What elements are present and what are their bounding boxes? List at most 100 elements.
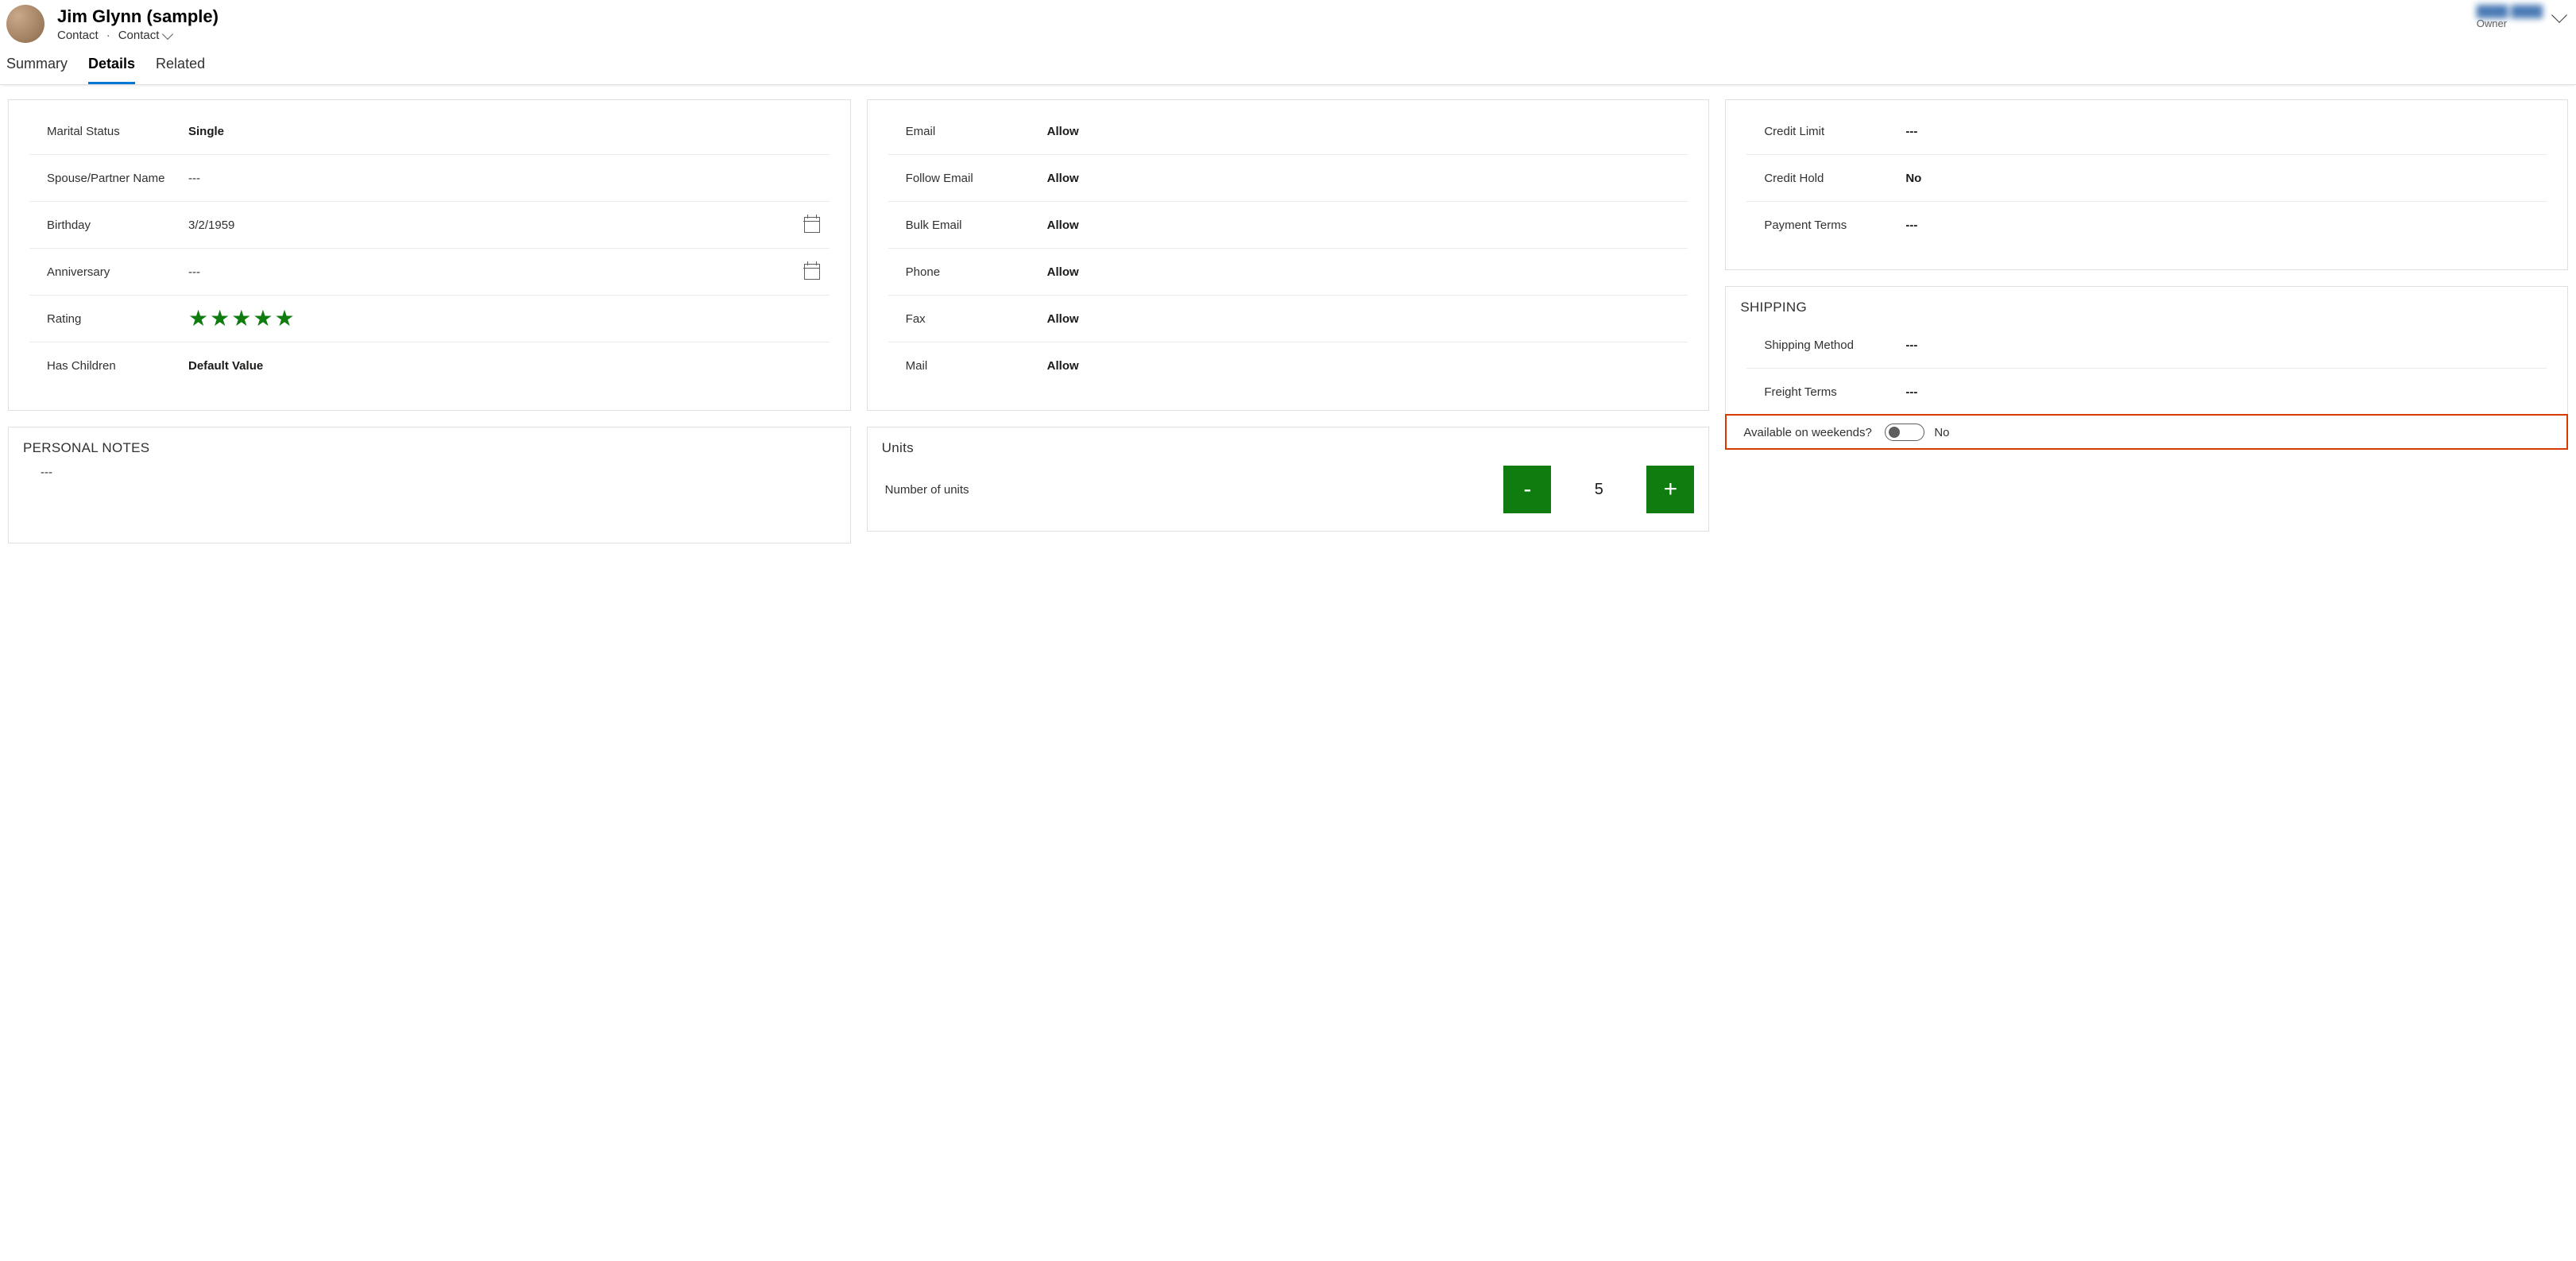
- increment-button[interactable]: +: [1646, 466, 1694, 513]
- shipping-method-row[interactable]: Shipping Method ---: [1746, 322, 2547, 369]
- anniversary-value: ---: [188, 265, 795, 279]
- bulk-email-label: Bulk Email: [888, 219, 1047, 232]
- credit-limit-label: Credit Limit: [1746, 125, 1905, 138]
- follow-email-label: Follow Email: [888, 172, 1047, 185]
- shipping-method-label: Shipping Method: [1746, 338, 1905, 352]
- spouse-row[interactable]: Spouse/Partner Name ---: [29, 155, 830, 202]
- available-weekends-label: Available on weekends?: [1726, 424, 1885, 441]
- col-left: Marital Status Single Spouse/Partner Nam…: [8, 99, 851, 543]
- units-value[interactable]: 5: [1551, 481, 1646, 499]
- personal-notes-panel: PERSONAL NOTES ---: [8, 427, 851, 543]
- decrement-button[interactable]: -: [1503, 466, 1551, 513]
- email-label: Email: [888, 125, 1047, 138]
- units-stepper: - 5 +: [1503, 466, 1694, 513]
- has-children-row[interactable]: Has Children Default Value: [29, 342, 830, 389]
- credit-limit-value: ---: [1905, 125, 2547, 138]
- phone-label: Phone: [888, 265, 1047, 279]
- page-title: Jim Glynn (sample): [57, 6, 219, 27]
- personal-panel: Marital Status Single Spouse/Partner Nam…: [8, 99, 851, 411]
- owner-name: ████ ████: [2477, 5, 2543, 17]
- tab-details[interactable]: Details: [88, 56, 135, 84]
- rating-stars[interactable]: ★ ★ ★ ★ ★: [188, 308, 830, 330]
- has-children-label: Has Children: [29, 359, 188, 373]
- units-row: Number of units - 5 +: [868, 462, 1709, 513]
- units-panel: Units Number of units - 5 +: [867, 427, 1710, 532]
- birthday-row[interactable]: Birthday 3/2/1959: [29, 202, 830, 249]
- fax-row[interactable]: Fax Allow: [888, 296, 1688, 342]
- marital-status-value: Single: [188, 125, 830, 138]
- fax-value: Allow: [1047, 312, 1688, 326]
- credit-hold-row[interactable]: Credit Hold No: [1746, 155, 2547, 202]
- owner-block[interactable]: ████ ████ Owner: [2477, 5, 2570, 29]
- chevron-down-icon: [162, 28, 173, 39]
- toggle-value-text: No: [1934, 426, 1949, 439]
- personal-notes-title: PERSONAL NOTES: [9, 427, 850, 462]
- toggle-switch[interactable]: [1885, 424, 1924, 441]
- anniversary-calendar-button[interactable]: [795, 264, 830, 280]
- avatar: [6, 5, 44, 43]
- subtitle-row: Contact · Contact: [57, 29, 219, 42]
- available-weekends-row[interactable]: Available on weekends? No: [1726, 415, 2567, 449]
- anniversary-row[interactable]: Anniversary ---: [29, 249, 830, 296]
- birthday-calendar-button[interactable]: [795, 217, 830, 233]
- birthday-label: Birthday: [29, 219, 188, 232]
- credit-limit-row[interactable]: Credit Limit ---: [1746, 108, 2547, 155]
- payment-terms-row[interactable]: Payment Terms ---: [1746, 202, 2547, 249]
- personal-notes-value[interactable]: ---: [9, 462, 850, 543]
- spouse-value: ---: [188, 172, 830, 185]
- header-left: Jim Glynn (sample) Contact · Contact: [6, 5, 219, 43]
- phone-value: Allow: [1047, 265, 1688, 279]
- owner-text: ████ ████ Owner: [2477, 5, 2543, 29]
- record-tabs: Summary Details Related: [0, 43, 2576, 85]
- freight-terms-label: Freight Terms: [1746, 385, 1905, 399]
- calendar-icon: [804, 217, 820, 233]
- payment-terms-label: Payment Terms: [1746, 219, 1905, 232]
- follow-email-value: Allow: [1047, 172, 1688, 185]
- separator-dot: ·: [106, 29, 110, 42]
- col-middle: Email Allow Follow Email Allow Bulk Emai…: [867, 99, 1710, 543]
- bulk-email-row[interactable]: Bulk Email Allow: [888, 202, 1688, 249]
- col-right: Credit Limit --- Credit Hold No Payment …: [1725, 99, 2568, 543]
- spouse-label: Spouse/Partner Name: [29, 172, 188, 185]
- star-icon[interactable]: ★: [210, 308, 230, 330]
- email-row[interactable]: Email Allow: [888, 108, 1688, 155]
- title-block: Jim Glynn (sample) Contact · Contact: [57, 5, 219, 42]
- marital-status-label: Marital Status: [29, 125, 188, 138]
- email-value: Allow: [1047, 125, 1688, 138]
- record-header: Jim Glynn (sample) Contact · Contact ███…: [0, 0, 2576, 43]
- entity-selector-label: Contact: [118, 29, 160, 42]
- birthday-value: 3/2/1959: [188, 219, 795, 232]
- anniversary-label: Anniversary: [29, 265, 188, 279]
- units-title: Units: [868, 427, 1709, 462]
- tab-summary[interactable]: Summary: [6, 56, 68, 84]
- shipping-panel: SHIPPING Shipping Method --- Freight Ter…: [1725, 286, 2568, 450]
- freight-terms-row[interactable]: Freight Terms ---: [1746, 369, 2547, 416]
- star-icon[interactable]: ★: [253, 308, 273, 330]
- fax-label: Fax: [888, 312, 1047, 326]
- calendar-icon: [804, 264, 820, 280]
- star-icon[interactable]: ★: [274, 308, 294, 330]
- star-icon[interactable]: ★: [188, 308, 208, 330]
- rating-value: ★ ★ ★ ★ ★: [188, 308, 830, 330]
- entity-selector[interactable]: Contact: [118, 29, 172, 42]
- rating-label: Rating: [29, 312, 188, 326]
- tab-related[interactable]: Related: [156, 56, 205, 84]
- credit-hold-label: Credit Hold: [1746, 172, 1905, 185]
- units-label: Number of units: [885, 483, 1044, 497]
- toggle-knob: [1889, 427, 1900, 438]
- marital-status-row[interactable]: Marital Status Single: [29, 108, 830, 155]
- freight-terms-value: ---: [1905, 385, 2547, 399]
- follow-email-row[interactable]: Follow Email Allow: [888, 155, 1688, 202]
- shipping-method-value: ---: [1905, 338, 2547, 352]
- contact-prefs-panel: Email Allow Follow Email Allow Bulk Emai…: [867, 99, 1710, 411]
- bulk-email-value: Allow: [1047, 219, 1688, 232]
- chevron-down-icon: [2551, 7, 2567, 23]
- phone-row[interactable]: Phone Allow: [888, 249, 1688, 296]
- has-children-value: Default Value: [188, 359, 830, 373]
- mail-value: Allow: [1047, 359, 1688, 373]
- shipping-title: SHIPPING: [1726, 287, 2567, 322]
- mail-row[interactable]: Mail Allow: [888, 342, 1688, 389]
- rating-row[interactable]: Rating ★ ★ ★ ★ ★: [29, 296, 830, 342]
- content-grid: Marital Status Single Spouse/Partner Nam…: [0, 85, 2576, 558]
- star-icon[interactable]: ★: [231, 308, 251, 330]
